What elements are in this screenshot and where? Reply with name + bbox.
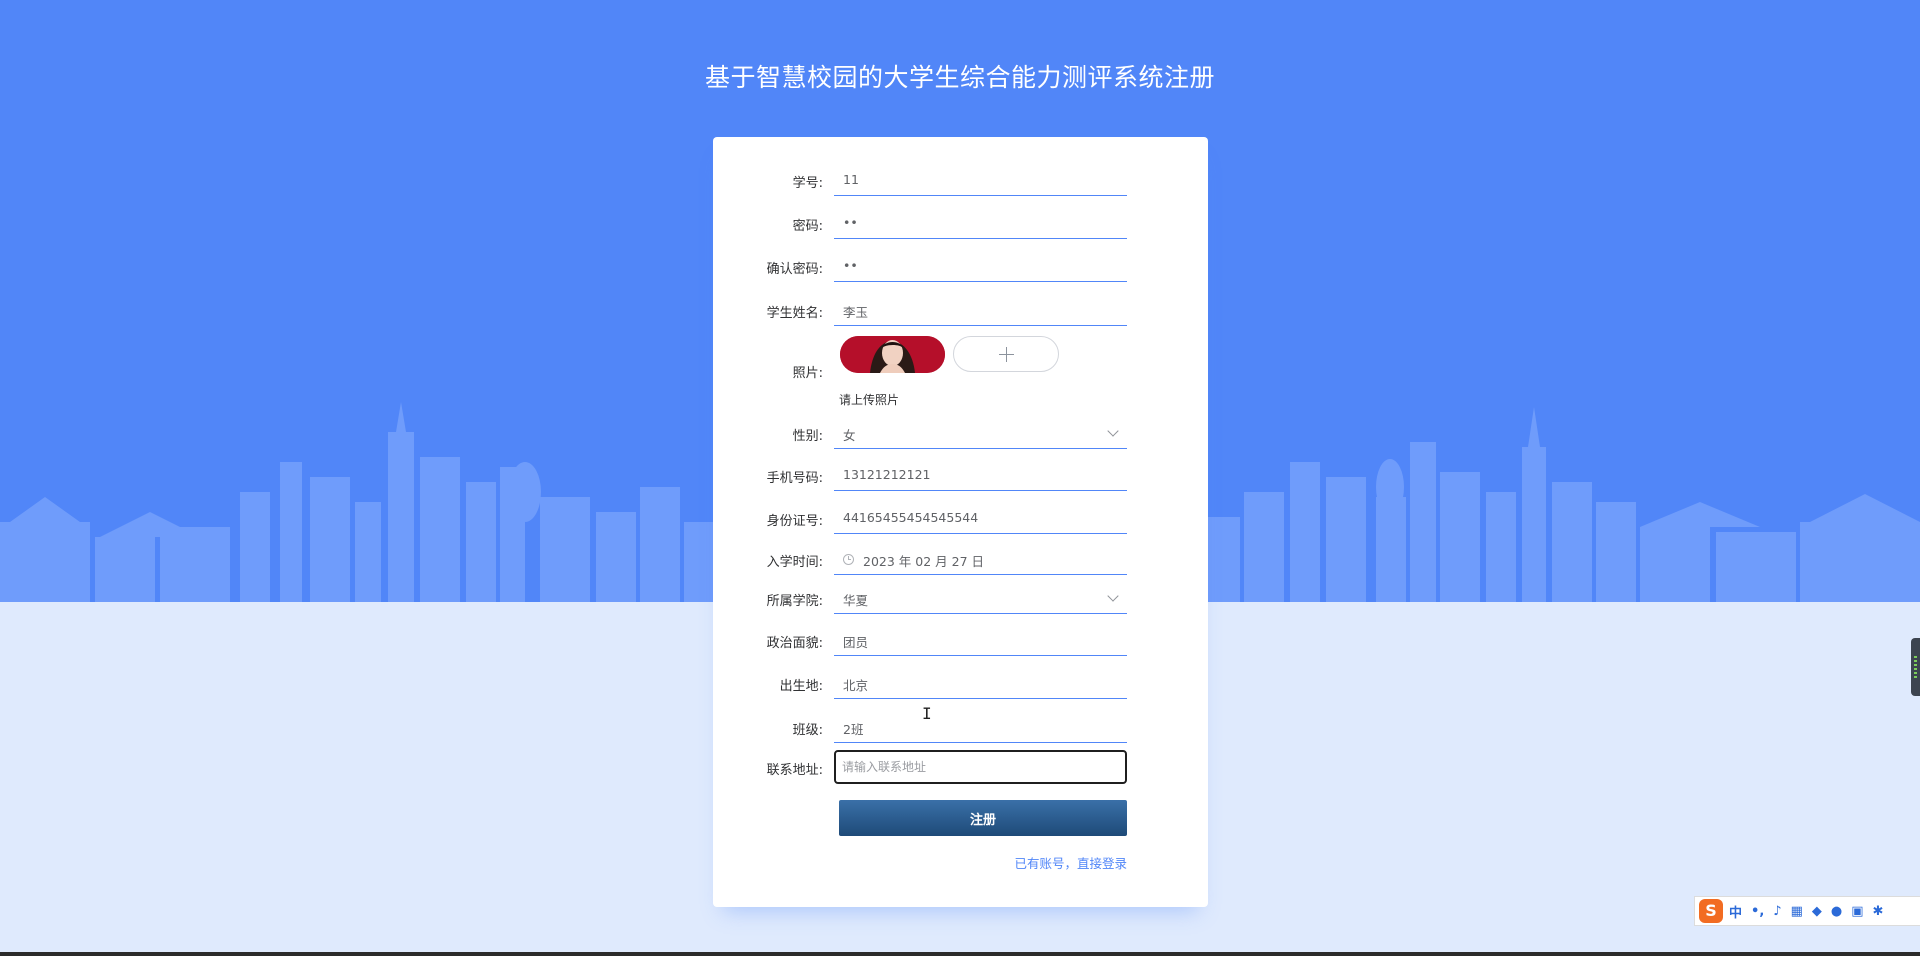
register-button[interactable]: 注册	[839, 800, 1127, 836]
toolbox-icon[interactable]: ▣	[1851, 904, 1863, 919]
row-student-name: 学生姓名: 李玉	[713, 294, 1208, 334]
student-name-label: 学生姓名:	[766, 306, 823, 321]
political-status-label: 政治面貌:	[766, 636, 823, 651]
confirm-password-label: 确认密码:	[766, 262, 823, 277]
enroll-date-value: 2023 年 02 月 27 日	[863, 554, 984, 569]
row-enroll-date: 入学时间: 2023 年 02 月 27 日	[713, 543, 1208, 583]
chevron-down-icon	[1107, 590, 1119, 602]
photo-upload-hint: 请上传照片	[839, 393, 900, 407]
row-address: 联系地址:	[713, 750, 1208, 790]
photo-label: 照片:	[792, 366, 823, 381]
login-link[interactable]: 已有账号，直接登录	[1014, 853, 1127, 872]
phone-input[interactable]: 13121212121	[834, 459, 1127, 491]
row-class: 班级: 2班	[713, 711, 1208, 751]
student-name-value: 李玉	[843, 305, 869, 320]
student-name-input[interactable]: 李玉	[834, 294, 1127, 326]
row-college: 所属学院: 华夏	[713, 582, 1208, 622]
address-label: 联系地址:	[766, 763, 823, 778]
gender-select[interactable]: 女	[834, 417, 1127, 449]
row-student-id: 学号: 11	[713, 164, 1208, 204]
phone-label: 手机号码:	[766, 471, 823, 486]
class-label: 班级:	[792, 723, 823, 738]
row-id-card: 身份证号: 44165455454545544	[713, 502, 1208, 542]
keyboard-icon[interactable]: ▦	[1791, 904, 1803, 919]
portrait-photo-image	[840, 336, 945, 373]
sogou-logo-icon[interactable]: S	[1699, 899, 1723, 923]
id-card-label: 身份证号:	[766, 514, 823, 529]
id-card-input[interactable]: 44165455454545544	[834, 502, 1127, 534]
gender-label: 性别:	[792, 429, 823, 444]
birthplace-value: 北京	[843, 678, 869, 693]
phone-value: 13121212121	[843, 467, 931, 482]
row-political-status: 政治面貌: 团员	[713, 624, 1208, 664]
page-title: 基于智慧校园的大学生综合能力测评系统注册	[704, 63, 1215, 92]
gender-value: 女	[843, 428, 856, 443]
register-form-card: 学号: 11 密码: •• 确认密码: •• 学生姓名: 李玉 照片: 请上传照…	[713, 137, 1208, 907]
chevron-down-icon	[1107, 425, 1119, 437]
skin-icon[interactable]: ◆	[1812, 904, 1822, 919]
id-card-value: 44165455454545544	[843, 510, 979, 525]
window-bottom-edge	[0, 952, 1920, 956]
political-status-input[interactable]: 团员	[834, 624, 1127, 656]
confirm-password-input[interactable]: ••	[834, 250, 1127, 282]
row-photo: 照片: 请上传照片	[713, 336, 1208, 416]
ime-toolbar[interactable]: S 中 •, ♪ ▦ ◆ ● ▣ ✱	[1694, 896, 1920, 926]
row-phone: 手机号码: 13121212121	[713, 459, 1208, 499]
student-id-label: 学号:	[792, 176, 823, 191]
uploaded-photo-thumbnail[interactable]	[840, 336, 945, 373]
enroll-date-label: 入学时间:	[766, 555, 823, 570]
confirm-password-value: ••	[843, 258, 858, 273]
clock-icon	[843, 554, 854, 565]
college-select[interactable]: 华夏	[834, 582, 1127, 614]
photo-upload-button[interactable]	[953, 336, 1059, 372]
student-id-input[interactable]: 11	[834, 164, 1127, 196]
ime-mode-toggle[interactable]: 中	[1729, 902, 1742, 921]
password-input[interactable]: ••	[834, 207, 1127, 239]
enroll-date-picker[interactable]: 2023 年 02 月 27 日	[834, 543, 1127, 575]
birthplace-label: 出生地:	[779, 679, 823, 694]
assistant-icon[interactable]: ●	[1831, 904, 1842, 919]
side-widget-handle[interactable]	[1911, 638, 1920, 696]
class-value: 2班	[843, 722, 864, 737]
password-value: ••	[843, 215, 858, 230]
text-cursor-icon: I	[922, 704, 932, 723]
settings-icon[interactable]: ✱	[1873, 904, 1884, 919]
class-input[interactable]: 2班	[834, 711, 1127, 743]
college-label: 所属学院:	[766, 594, 823, 609]
row-birthplace: 出生地: 北京	[713, 667, 1208, 707]
college-value: 华夏	[843, 593, 869, 608]
birthplace-input[interactable]: 北京	[834, 667, 1127, 699]
row-password: 密码: ••	[713, 207, 1208, 247]
row-gender: 性别: 女	[713, 417, 1208, 457]
microphone-icon[interactable]: ♪	[1773, 904, 1781, 919]
political-status-value: 团员	[843, 635, 869, 650]
student-id-value: 11	[843, 172, 859, 187]
plus-icon-vertical	[1006, 347, 1007, 362]
address-input[interactable]	[834, 750, 1127, 784]
row-confirm-password: 确认密码: ••	[713, 250, 1208, 290]
punctuation-icon[interactable]: •,	[1751, 904, 1764, 919]
password-label: 密码:	[792, 219, 823, 234]
